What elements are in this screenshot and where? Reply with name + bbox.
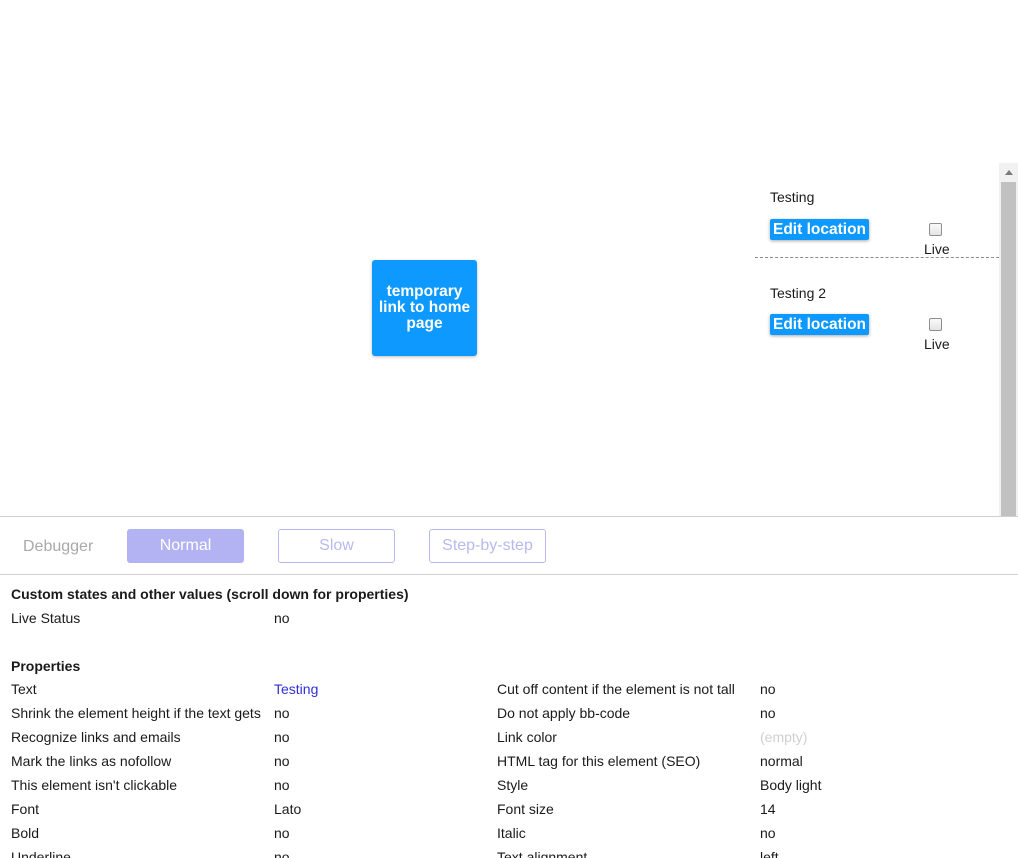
property-value: normal xyxy=(760,753,803,769)
property-value: no xyxy=(274,849,290,858)
custom-states-title: Custom states and other values (scroll d… xyxy=(11,586,409,602)
property-key: Underline xyxy=(11,849,71,858)
property-value: no xyxy=(760,825,776,841)
debugger-toolbar: Debugger Normal Slow Step-by-step xyxy=(0,516,1018,575)
property-value: no xyxy=(274,705,290,721)
property-key: Cut off content if the element is not ta… xyxy=(497,681,735,697)
property-key: Text xyxy=(11,681,37,697)
property-key: Do not apply bb-code xyxy=(497,705,631,721)
property-key: Shrink the element height if the text ge… xyxy=(11,705,261,721)
live-checkbox[interactable] xyxy=(929,318,942,331)
property-value: no xyxy=(274,825,290,841)
property-value-empty: (empty) xyxy=(760,729,808,745)
property-value: no xyxy=(760,681,776,697)
property-key: Recognize links and emails xyxy=(11,729,181,745)
property-key: Italic xyxy=(497,825,526,841)
element-inspector: Custom states and other values (scroll d… xyxy=(0,575,1018,858)
home-link-button[interactable]: temporary link to home page xyxy=(372,260,477,356)
property-key: Mark the links as nofollow xyxy=(11,753,172,769)
state-key: Live Status xyxy=(11,610,81,626)
location-cell: Testing 2 Edit location Live xyxy=(755,258,999,354)
location-name: Testing xyxy=(770,189,815,205)
location-name: Testing 2 xyxy=(770,285,827,301)
property-value: no xyxy=(760,705,776,721)
live-checkbox[interactable] xyxy=(929,223,942,236)
debugger-title: Debugger xyxy=(23,538,94,555)
property-value: Lato xyxy=(274,801,302,817)
locations-repeating-group: Testing Edit location Live Testing 2 Edi… xyxy=(755,163,1018,516)
live-checkbox-label: Live xyxy=(924,241,950,257)
repeating-group-scrollbar[interactable] xyxy=(999,163,1018,516)
property-key: Font size xyxy=(497,801,554,817)
property-key: Style xyxy=(497,777,529,793)
edit-location-button[interactable]: Edit location xyxy=(770,314,869,335)
mode-slow-button[interactable]: Slow xyxy=(278,529,395,563)
property-value: left xyxy=(760,849,779,858)
property-key: Text alignment xyxy=(497,849,588,858)
property-value: no xyxy=(274,729,290,745)
location-cell: Testing Edit location Live xyxy=(755,163,999,258)
property-value: 14 xyxy=(760,801,776,817)
property-value: no xyxy=(274,777,290,793)
property-value: Body light xyxy=(760,777,822,793)
home-link-label: temporary link to home page xyxy=(378,283,471,332)
property-key: This element isn't clickable xyxy=(11,777,178,793)
property-key: HTML tag for this element (SEO) xyxy=(497,753,701,769)
property-key: Link color xyxy=(497,729,557,745)
state-value: no xyxy=(274,610,290,626)
live-checkbox-label: Live xyxy=(924,336,950,352)
edit-location-button[interactable]: Edit location xyxy=(770,219,869,240)
scroll-up-arrow-icon[interactable] xyxy=(999,163,1018,182)
mode-normal-button[interactable]: Normal xyxy=(127,529,244,563)
property-key: Font xyxy=(11,801,40,817)
property-key: Bold xyxy=(11,825,40,841)
properties-title: Properties xyxy=(11,658,81,674)
property-value: no xyxy=(274,753,290,769)
property-value-link[interactable]: Testing xyxy=(274,681,318,697)
mode-step-by-step-button[interactable]: Step-by-step xyxy=(429,529,546,563)
page-canvas: temporary link to home page Testing Edit… xyxy=(0,0,1018,516)
scroll-thumb[interactable] xyxy=(1001,182,1016,516)
